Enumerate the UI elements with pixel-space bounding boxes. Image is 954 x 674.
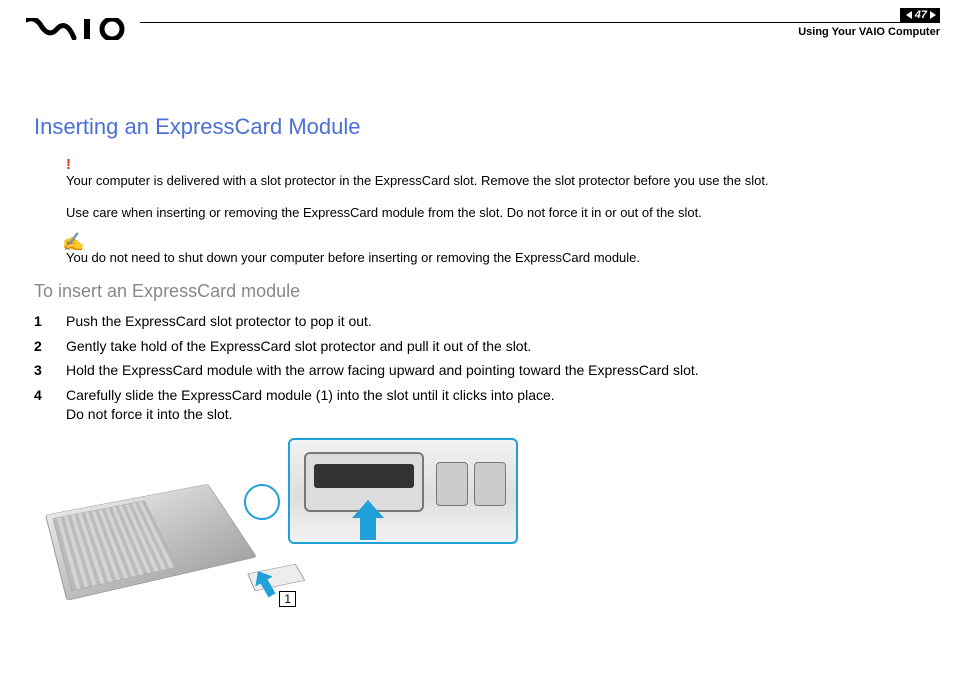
prev-page-icon[interactable] — [906, 11, 912, 19]
section-subtitle: To insert an ExpressCard module — [34, 281, 920, 302]
vaio-logo — [26, 18, 132, 40]
step-text: Gently take hold of the ExpressCard slot… — [66, 337, 531, 356]
page-nav: 47 — [900, 8, 940, 22]
note-icon: ✍ — [62, 235, 920, 249]
insert-arrow-icon — [346, 498, 390, 542]
warning-text-2: Use care when inserting or removing the … — [66, 204, 920, 222]
step-list: Push the ExpressCard slot protector to p… — [34, 312, 920, 424]
breadcrumb[interactable]: Using Your VAIO Computer — [798, 26, 940, 38]
step-text: Hold the ExpressCard module with the arr… — [66, 361, 699, 380]
header-rule — [140, 22, 940, 23]
step-text: Push the ExpressCard slot protector to p… — [66, 312, 372, 331]
callout-1: 1 — [279, 591, 296, 607]
detail-illustration — [288, 438, 518, 544]
laptop-illustration: 1 — [66, 438, 266, 593]
side-ports-icon — [436, 462, 506, 506]
list-item: Push the ExpressCard slot protector to p… — [34, 312, 920, 331]
list-item: Gently take hold of the ExpressCard slot… — [34, 337, 920, 356]
page-title: Inserting an ExpressCard Module — [34, 114, 920, 140]
step-text: Carefully slide the ExpressCard module (… — [66, 386, 555, 424]
page-content: Inserting an ExpressCard Module ! Your c… — [0, 60, 954, 593]
warning-icon: ! — [66, 158, 920, 172]
page-header: 47 Using Your VAIO Computer — [0, 0, 954, 60]
note-text: You do not need to shut down your comput… — [66, 249, 920, 267]
illustration: 1 — [66, 438, 920, 593]
page-badge[interactable]: 47 — [900, 8, 940, 22]
list-item: Hold the ExpressCard module with the arr… — [34, 361, 920, 380]
warning-text-1: Your computer is delivered with a slot p… — [66, 172, 920, 190]
highlight-circle-icon — [244, 484, 280, 520]
page-number: 47 — [915, 9, 927, 21]
next-page-icon[interactable] — [930, 11, 936, 19]
list-item: Carefully slide the ExpressCard module (… — [34, 386, 920, 424]
